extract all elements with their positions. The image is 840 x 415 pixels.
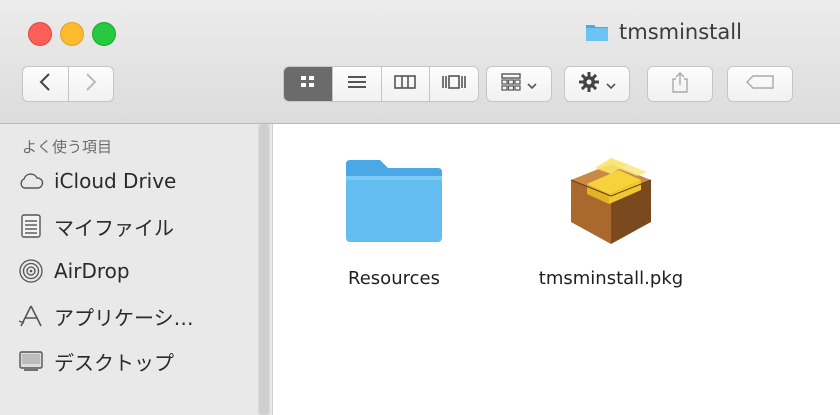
icon-view-icon xyxy=(299,74,317,94)
icon-view-button[interactable] xyxy=(284,67,332,101)
back-button[interactable] xyxy=(23,67,68,101)
sidebar-item-label: AirDrop xyxy=(54,259,130,283)
file-item-resources[interactable]: Resources xyxy=(319,146,469,306)
sidebar: よく使う項目 iCloud Drive マイファイル AirDrop アプリケー… xyxy=(0,124,273,415)
chevron-down-icon xyxy=(606,75,616,94)
sidebar-item-label: デスクトップ xyxy=(54,350,174,375)
chevron-right-icon xyxy=(84,72,98,96)
folder-icon xyxy=(339,146,449,254)
chevron-left-icon xyxy=(38,72,52,96)
file-browser: Resources tmsminstall.pkg xyxy=(273,124,840,415)
cover-flow-icon xyxy=(441,74,467,94)
toolbar: tmsminstall xyxy=(0,0,840,124)
share-button[interactable] xyxy=(647,66,713,102)
sidebar-item-icloud-drive[interactable]: iCloud Drive xyxy=(18,164,254,198)
arrange-button[interactable] xyxy=(486,66,552,102)
tag-button[interactable] xyxy=(727,66,793,102)
chevron-down-icon xyxy=(527,75,537,94)
share-icon xyxy=(671,71,689,97)
sidebar-item-applications[interactable]: アプリケーシ… xyxy=(18,299,254,333)
arrange-grid-icon xyxy=(501,73,521,95)
forward-button[interactable] xyxy=(67,67,114,101)
navigation-group xyxy=(22,66,114,102)
tag-icon xyxy=(745,74,775,94)
zoom-button[interactable] xyxy=(92,22,116,46)
column-view-icon xyxy=(394,74,417,94)
cover-flow-button[interactable] xyxy=(429,67,478,101)
sidebar-section-header: よく使う項目 xyxy=(22,138,113,156)
folder-icon xyxy=(585,22,609,42)
scrollbar-thumb[interactable] xyxy=(259,124,269,415)
airdrop-icon xyxy=(18,258,44,284)
column-view-button[interactable] xyxy=(380,67,430,101)
close-button[interactable] xyxy=(28,22,52,46)
window-title-text: tmsminstall xyxy=(619,20,742,44)
file-item-tmsminstall-pkg[interactable]: tmsminstall.pkg xyxy=(536,146,686,306)
gear-icon xyxy=(578,71,600,97)
sidebar-item-airdrop[interactable]: AirDrop xyxy=(18,254,254,288)
window-title: tmsminstall xyxy=(585,18,742,46)
sidebar-item-label: iCloud Drive xyxy=(54,169,177,193)
applications-icon xyxy=(18,303,44,329)
sidebar-item-all-my-files[interactable]: マイファイル xyxy=(18,209,254,243)
package-icon xyxy=(556,146,666,254)
all-my-files-icon xyxy=(18,213,44,239)
file-name: Resources xyxy=(348,268,440,289)
desktop-icon xyxy=(18,348,44,374)
sidebar-scrollbar[interactable] xyxy=(258,124,270,415)
minimize-button[interactable] xyxy=(60,22,84,46)
list-view-button[interactable] xyxy=(331,67,381,101)
view-mode-group xyxy=(283,66,479,102)
cloud-icon xyxy=(18,168,44,194)
list-view-icon xyxy=(347,74,367,94)
file-name: tmsminstall.pkg xyxy=(538,268,684,289)
finder-window: tmsminstall よく使う項目 iCloud Drive マイファイル A… xyxy=(0,0,840,415)
sidebar-item-label: アプリケーシ… xyxy=(54,305,194,330)
action-button[interactable] xyxy=(564,66,630,102)
sidebar-item-desktop[interactable]: デスクトップ xyxy=(18,344,254,378)
sidebar-item-label: マイファイル xyxy=(54,215,174,240)
